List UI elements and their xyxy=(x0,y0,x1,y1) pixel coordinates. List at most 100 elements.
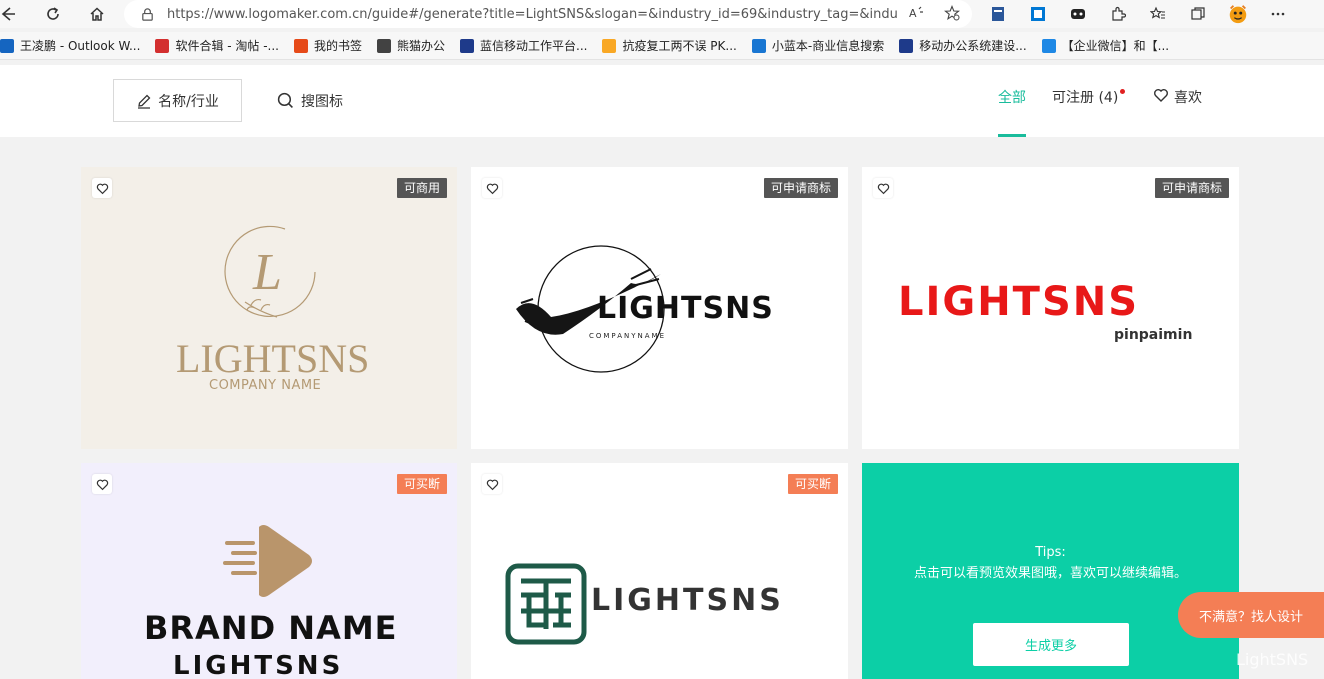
monogram-letter: L xyxy=(252,244,282,301)
svg-text:A: A xyxy=(909,7,917,20)
bookmark-item[interactable]: 移动办公系统建设... xyxy=(899,37,1027,54)
extensions-icon[interactable] xyxy=(1106,2,1130,26)
logo-slogan: COMPANY NAME xyxy=(209,378,322,393)
bookmark-label: 抗疫复工两不误 PK... xyxy=(622,39,737,53)
name-industry-button[interactable]: 名称/行业 xyxy=(113,79,242,122)
browser-toolbar: https://www.logomaker.com.cn/guide#/gene… xyxy=(0,0,1324,28)
refresh-button[interactable] xyxy=(36,0,70,28)
home-icon xyxy=(90,7,104,21)
tab-favorites-label: 喜欢 xyxy=(1174,90,1202,106)
bookmarks-bar: 王凌鹏 - Outlook W... 软件合辑 - 淘帖 -... 我的书签 熊猫办公… xyxy=(0,32,1324,60)
bookmark-label: 小蓝本-商业信息搜索 xyxy=(771,39,885,53)
bookmark-favicon-icon xyxy=(294,38,308,53)
circle-leaf-emblem: L xyxy=(224,225,316,318)
bookmark-favicon-icon xyxy=(0,38,14,53)
bookmark-label: 【企业微信】和【... xyxy=(1061,39,1170,53)
heart-icon xyxy=(486,183,498,194)
bookmark-item[interactable]: 我的书签 xyxy=(294,37,362,54)
bookmark-label: 软件合辑 - 淘帖 -... xyxy=(175,39,279,53)
bookmark-favicon-icon xyxy=(1041,38,1056,53)
logo-card[interactable]: 可申请商标 LIGHTSNS pinpaimin xyxy=(862,167,1239,449)
bookmark-favicon-icon xyxy=(377,38,392,53)
notes-extension-icon[interactable] xyxy=(1026,2,1050,26)
logo-card[interactable]: 可申请商标 LIGHTSNS COMPANYNAME xyxy=(471,167,848,449)
favorite-button[interactable] xyxy=(482,474,502,494)
tips-body: 点击可以看预览效果图哦，喜欢可以继续编辑。 xyxy=(913,566,1187,581)
seal-emblem xyxy=(505,563,587,645)
favorite-button[interactable] xyxy=(92,178,112,198)
status-badge: 可买断 xyxy=(396,474,447,494)
lock-icon xyxy=(140,7,155,22)
bookmark-item[interactable]: 王凌鹏 - Outlook W... xyxy=(0,37,140,54)
logo-name: LIGHTSNS xyxy=(176,336,370,381)
favorite-button[interactable] xyxy=(482,178,502,198)
logo-card[interactable]: 可买断 LIGHTSNS xyxy=(471,463,848,679)
heart-icon xyxy=(877,183,889,194)
profile-avatar-icon[interactable] xyxy=(1226,2,1250,26)
favorite-button[interactable] xyxy=(92,474,112,494)
bookmark-favicon-icon xyxy=(751,38,766,53)
logo-name: LIGHTSNS xyxy=(591,583,784,618)
status-badge: 可买断 xyxy=(787,474,838,494)
bookmark-item[interactable]: 蓝信移动工作平台... xyxy=(460,37,587,54)
favorites-icon[interactable] xyxy=(1146,2,1170,26)
bookmark-favicon-icon xyxy=(899,38,914,53)
bookmark-label: 熊猫办公 xyxy=(397,39,446,53)
bookmark-favicon-icon xyxy=(460,38,475,53)
search-icon xyxy=(277,92,293,108)
home-button[interactable] xyxy=(80,0,114,28)
site-header: 名称/行业 搜图标 全部 可注册 (4) 喜欢 xyxy=(0,65,1324,137)
logo-name: LIGHTSNS xyxy=(597,291,774,326)
search-logo-label: 搜图标 xyxy=(301,93,343,110)
tips-title: Tips: xyxy=(1035,545,1066,560)
tab-registrable-label: 可注册 (4) xyxy=(1052,90,1119,106)
status-badge: 可商用 xyxy=(396,178,447,198)
bookmark-label: 蓝信移动工作平台... xyxy=(480,39,588,53)
logo-card[interactable]: 可买断 BRAND NAME LIGHTSNS xyxy=(81,463,457,679)
more-icon[interactable] xyxy=(1266,2,1290,26)
bookmark-item[interactable]: 熊猫办公 xyxy=(377,37,445,54)
name-industry-label: 名称/行业 xyxy=(158,93,219,110)
logo-card[interactable]: 可商用 L LIGHTSNS COMPANY NAME xyxy=(81,167,457,449)
url-text: https://www.logomaker.com.cn/guide#/gene… xyxy=(167,6,897,22)
bookmark-label: 我的书签 xyxy=(314,39,363,53)
corner-brand-label: LightSNS xyxy=(1236,650,1309,669)
heart-icon xyxy=(96,183,108,194)
logo-slogan: COMPANYNAME xyxy=(589,332,666,340)
back-icon xyxy=(1,7,15,21)
game-extension-icon[interactable] xyxy=(1066,2,1090,26)
bookmark-item[interactable]: 软件合辑 - 淘帖 -... xyxy=(155,37,279,54)
heart-icon xyxy=(1154,89,1168,102)
bookmark-item[interactable]: 【企业微信】和【... xyxy=(1041,37,1170,54)
bookmark-item[interactable]: 小蓝本-商业信息搜索 xyxy=(751,37,885,54)
logo-name: LIGHTSNS xyxy=(898,279,1140,325)
favorite-button[interactable] xyxy=(873,178,893,198)
logo-slogan: LIGHTSNS xyxy=(173,651,344,679)
bookmark-item[interactable]: 抗疫复工两不误 PK... xyxy=(602,37,737,54)
find-designer-button[interactable]: 不满意？找人设计 xyxy=(1178,592,1324,638)
generate-more-button[interactable]: 生成更多 xyxy=(973,623,1129,666)
bookmark-label: 移动办公系统建设... xyxy=(919,39,1027,53)
heart-icon xyxy=(486,479,498,490)
heart-icon xyxy=(96,479,108,490)
read-aloud-icon[interactable]: A xyxy=(908,5,924,25)
logo-slogan: pinpaimin xyxy=(1114,327,1193,343)
address-bar[interactable]: https://www.logomaker.com.cn/guide#/gene… xyxy=(124,0,972,28)
search-logo-button[interactable]: 搜图标 xyxy=(277,79,343,122)
bookmark-label: 王凌鹏 - Outlook W... xyxy=(20,39,141,53)
bookmark-favicon-icon xyxy=(602,38,617,53)
back-button[interactable] xyxy=(0,0,20,28)
status-badge: 可申请商标 xyxy=(1154,178,1229,198)
status-badge: 可申请商标 xyxy=(763,178,838,198)
add-favorite-icon[interactable] xyxy=(944,5,960,25)
office-extension-icon[interactable] xyxy=(986,2,1010,26)
tab-registrable[interactable]: 可注册 (4) xyxy=(1052,87,1126,137)
refresh-icon xyxy=(47,7,59,20)
collections-icon[interactable] xyxy=(1186,2,1210,26)
notification-dot xyxy=(1120,89,1126,94)
fast-play-emblem xyxy=(223,525,312,597)
tab-all[interactable]: 全部 xyxy=(998,87,1026,137)
bookmark-favicon-icon xyxy=(155,38,170,53)
tips-card: Tips: 点击可以看预览效果图哦，喜欢可以继续编辑。 生成更多 xyxy=(862,463,1239,679)
tab-favorites[interactable]: 喜欢 xyxy=(1153,87,1202,137)
